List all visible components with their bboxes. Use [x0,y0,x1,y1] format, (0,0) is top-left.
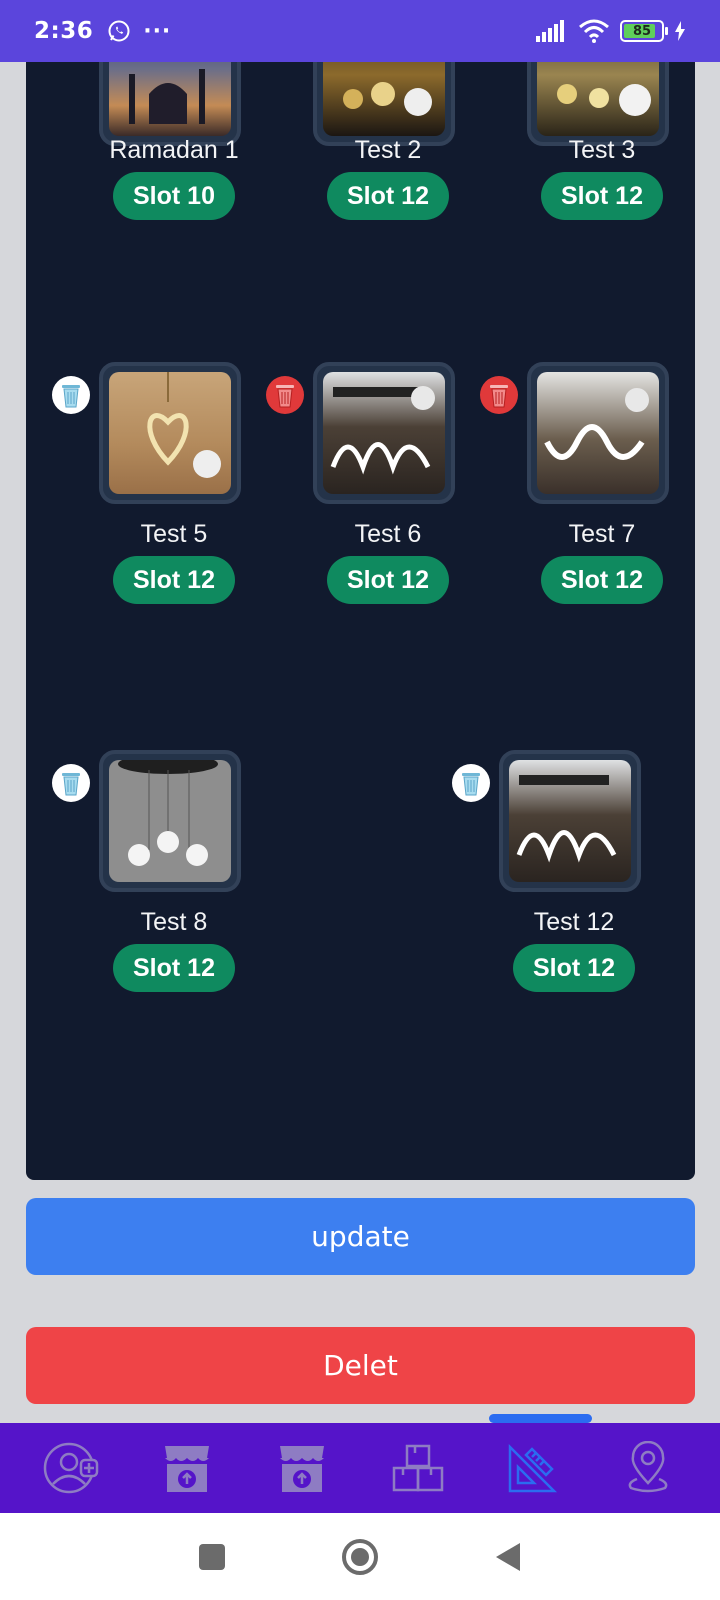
wave-chandelier-photo [537,372,659,494]
item-name: Test 12 [533,908,615,936]
home-icon[interactable] [341,1538,379,1576]
item-thumbnail[interactable] [99,750,241,892]
item-name: Test 8 [140,908,208,936]
battery-icon: 85 [620,20,668,42]
slot-badge: Slot 12 [513,944,635,992]
lamp-shop-photo [323,62,445,136]
status-bar: 2:36 ··· 85 [0,0,720,62]
recents-icon[interactable] [198,1543,226,1571]
mosque-photo [109,62,231,136]
item-thumbnail[interactable] [313,362,455,504]
design-tools-icon [508,1443,557,1493]
notification-overflow-icon: ··· [143,18,172,44]
nav-location[interactable] [613,1433,683,1503]
trash-icon[interactable] [452,764,490,802]
nav-store-upload[interactable] [152,1433,222,1503]
item-name: Test 3 [568,136,636,164]
wifi-icon [579,19,609,43]
trash-icon[interactable] [52,764,90,802]
item-name: Test 5 [140,520,208,548]
item-thumbnail[interactable] [313,62,455,146]
slot-badge: Slot 12 [327,556,449,604]
charging-icon [675,21,685,41]
slot-badge: Slot 12 [541,172,663,220]
item-name: Test 6 [354,520,422,548]
boxes-icon [392,1444,443,1492]
active-tab-indicator [489,1414,592,1423]
item-thumbnail[interactable] [99,362,241,504]
ball-pendant-photo [109,760,231,882]
slot-badge: Slot 12 [541,556,663,604]
nav-store-upload-2[interactable] [267,1433,337,1503]
whatsapp-icon [108,20,130,42]
bottom-nav [0,1423,720,1513]
item-name: Test 7 [568,520,636,548]
back-icon[interactable] [494,1541,522,1573]
ring-chandelier-photo [509,760,631,882]
trash-icon[interactable] [266,376,304,414]
store-upload-icon [280,1446,325,1492]
item-name: Test 2 [354,136,422,164]
lamp-shop-photo [537,62,659,136]
slot-badge: Slot 12 [113,944,235,992]
update-button[interactable]: update [26,1198,695,1275]
add-user-icon [43,1442,98,1494]
item-thumbnail[interactable] [99,62,241,146]
system-nav-bar [0,1513,720,1600]
slot-grid-panel[interactable]: Ramadan 1 Slot 10 Test 2 Slot 12 Test 3 … [26,62,695,1180]
nav-design-tools[interactable] [498,1433,568,1503]
battery-level: 85 [632,23,652,39]
trash-icon[interactable] [480,376,518,414]
item-name: Ramadan 1 [109,136,239,164]
item-thumbnail[interactable] [499,750,641,892]
nav-boxes[interactable] [383,1433,453,1503]
item-thumbnail[interactable] [527,62,669,146]
heart-chandelier-photo [109,372,231,494]
store-upload-icon [164,1446,209,1492]
slot-badge: Slot 12 [327,172,449,220]
item-thumbnail[interactable] [527,362,669,504]
location-pin-icon [628,1441,668,1493]
slot-badge: Slot 12 [113,556,235,604]
slot-badge: Slot 10 [113,172,235,220]
nav-add-user[interactable] [37,1433,107,1503]
delete-button[interactable]: Delet [26,1327,695,1404]
trash-icon[interactable] [52,376,90,414]
ring-chandelier-photo [323,372,445,494]
signal-icon [536,20,564,42]
status-time: 2:36 [34,18,94,44]
